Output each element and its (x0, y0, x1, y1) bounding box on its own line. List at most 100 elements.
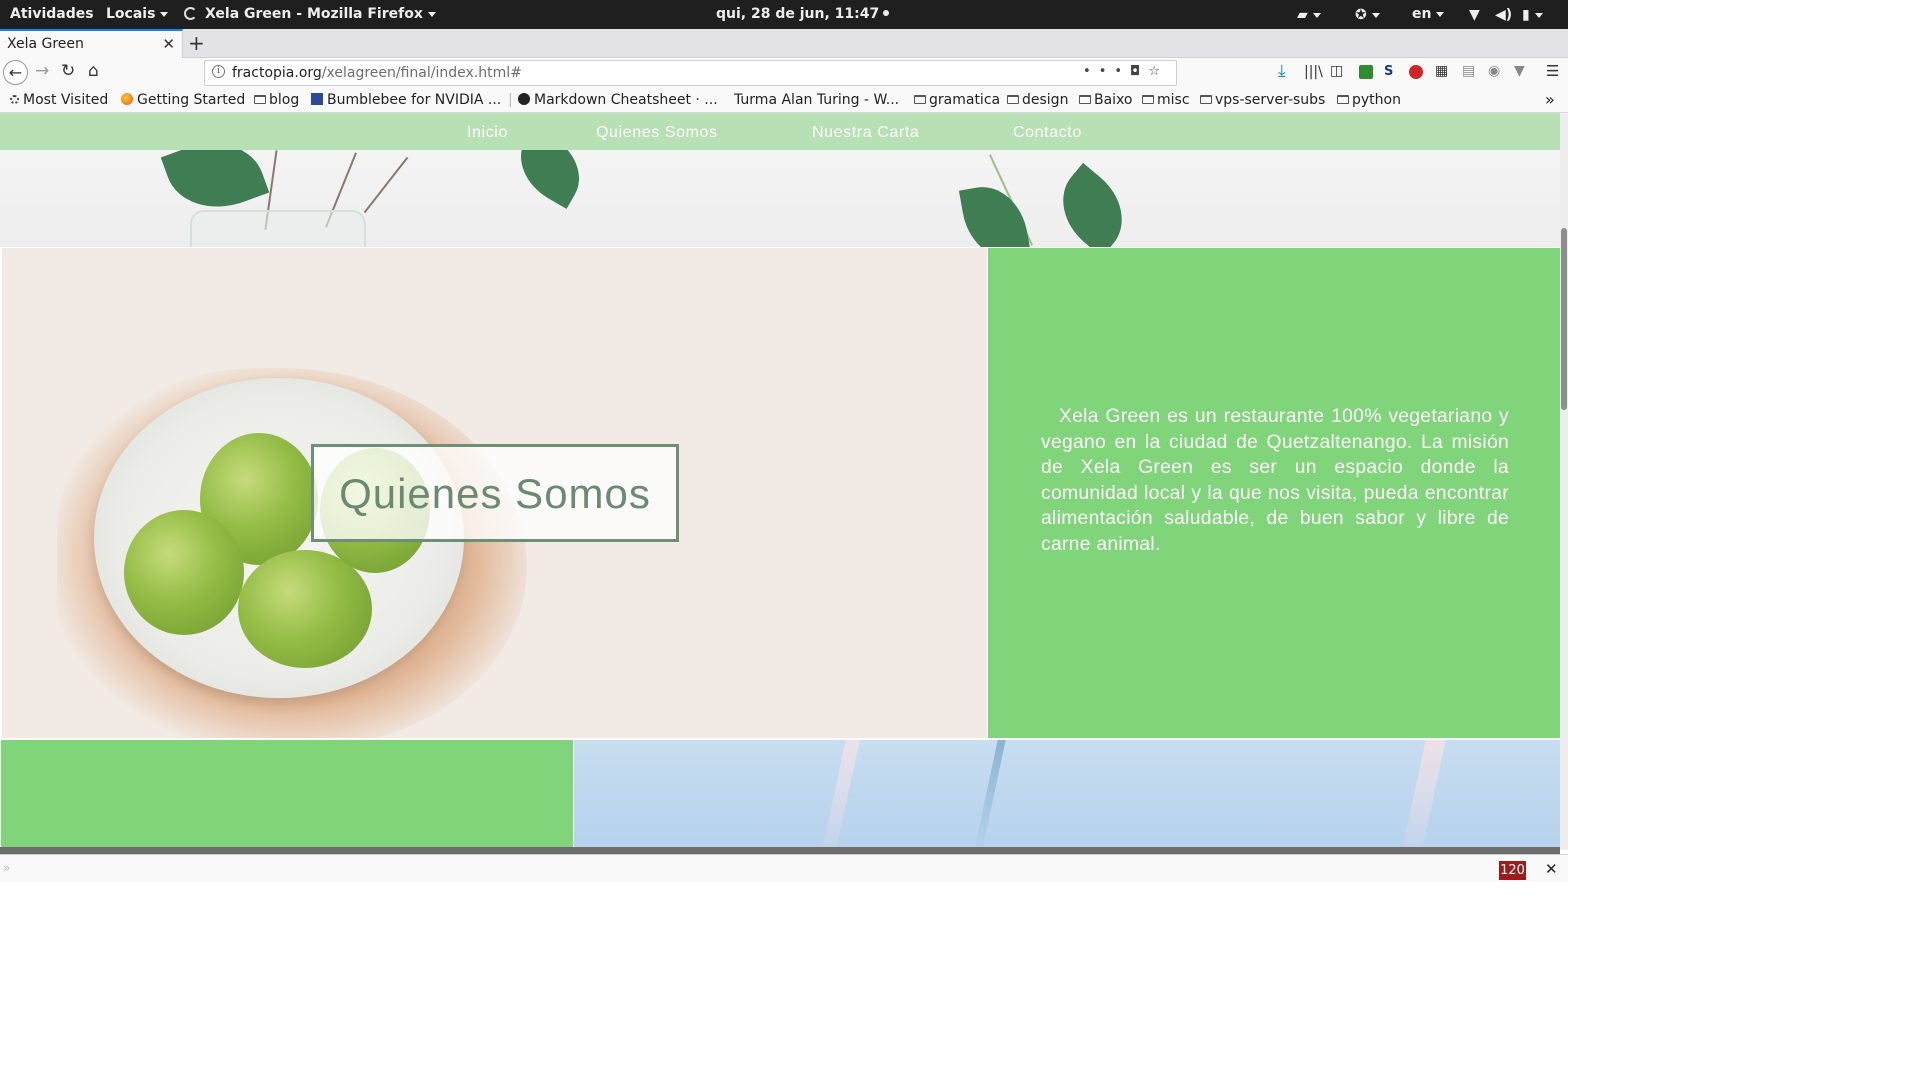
tab-title: Xela Green (7, 36, 84, 52)
bookmark-folder-misc[interactable]: misc (1142, 92, 1190, 108)
library-icon[interactable]: |||\ (1304, 64, 1323, 80)
light-beam-image (822, 740, 860, 850)
counter-badge: 120 (1499, 861, 1526, 880)
bookmark-most-visited[interactable]: Most Visited (10, 92, 108, 108)
activities-button[interactable]: Atividades (10, 6, 94, 22)
leaf-image (958, 180, 1032, 247)
about-description: Xela Green es un restaurante 100% vegeta… (1041, 406, 1509, 555)
bookmark-getting-started[interactable]: Getting Started (121, 92, 245, 108)
nav-link-contacto[interactable]: Contacto (1013, 124, 1082, 142)
chevron-down-icon (160, 11, 169, 17)
folder-icon (254, 95, 266, 104)
volume-icon[interactable]: ◀) (1495, 7, 1512, 23)
menu-icon[interactable]: ☰ (1546, 62, 1559, 80)
extension-grid-icon[interactable]: ▦ (1435, 63, 1448, 79)
docker-icon[interactable]: ▰ (1297, 7, 1321, 23)
folder-icon (1079, 95, 1091, 104)
nav-link-quienes-somos[interactable]: Quienes Somos (596, 124, 718, 142)
clock[interactable]: qui, 28 de jun, 11:47 (716, 6, 890, 22)
sky-image (574, 740, 1560, 850)
url-text[interactable]: fractopia.org/xelagreen/final/index.html… (232, 65, 522, 81)
bookmark-bumblebee[interactable]: Bumblebee for NVIDIA ... (311, 92, 501, 108)
battery-icon[interactable]: ▮ (1522, 7, 1543, 23)
bookmark-folder-design[interactable]: design (1007, 92, 1068, 108)
scrollbar-thumb[interactable] (1561, 228, 1567, 410)
folder-icon (1142, 95, 1154, 104)
bookmark-markdown-cheatsheet[interactable]: Markdown Cheatsheet · ... (518, 92, 718, 108)
horizontal-scrollbar[interactable] (0, 847, 1560, 854)
places-menu[interactable]: Locais (106, 6, 169, 22)
reader-icon[interactable]: ▤ (1462, 63, 1475, 79)
url-bar[interactable]: i fractopia.org/xelagreen/final/index.ht… (204, 60, 1177, 86)
bookmark-star-icon[interactable]: ☆ (1148, 64, 1168, 79)
back-icon[interactable]: ← (3, 60, 28, 85)
forward-icon[interactable]: → (35, 61, 49, 81)
about-heading-box: Quienes Somos (311, 444, 679, 542)
stem-image (363, 156, 409, 214)
tab-xela-green[interactable]: Xela Green ✕ (0, 29, 183, 58)
home-icon[interactable]: ⌂ (88, 61, 99, 81)
bookmark-folder-python[interactable]: python (1337, 92, 1401, 108)
light-beam-image (1402, 740, 1446, 850)
bookmark-folder-vps-server-subs[interactable]: vps-server-subs (1200, 92, 1325, 108)
lime-image (124, 510, 244, 635)
chevron-down-icon (427, 11, 436, 17)
app-title: Xela Green - Mozilla Firefox (205, 6, 423, 22)
extension-circle-icon[interactable]: ◉ (1488, 63, 1500, 79)
wifi-icon[interactable]: ▼ (1469, 7, 1480, 23)
gear-icon (10, 95, 19, 104)
bookmark-turma-alan-turing[interactable]: Turma Alan Turing - W... (718, 92, 899, 108)
system-top-bar: Atividades Locais Xela Green - Mozilla F… (0, 0, 1568, 29)
bookmark-folder-blog[interactable]: blog (254, 92, 299, 108)
info-icon[interactable]: i (212, 65, 225, 78)
nvidia-icon (311, 93, 323, 105)
places-label: Locais (106, 6, 156, 22)
firefox-icon (121, 93, 133, 105)
bookmark-folder-baixo[interactable]: Baixo (1079, 92, 1133, 108)
navigation-toolbar: ← → ↻ ⌂ i fractopia.org/xelagreen/final/… (0, 58, 1568, 89)
url-domain: fractopia.org (232, 65, 322, 81)
glass-jar-image (190, 210, 366, 247)
new-tab-icon[interactable]: + (188, 31, 205, 55)
nav-link-inicio[interactable]: Inicio (467, 124, 508, 142)
green-panel (1, 740, 573, 850)
extension-s-icon[interactable]: S (1384, 64, 1393, 79)
limes-bowl-image: Quienes Somos (2, 248, 987, 738)
folder-icon (1007, 95, 1019, 104)
site-nav: Inicio Quienes Somos Nuestra Carta Conta… (0, 113, 1560, 150)
bookmarks-toolbar: Most Visited Getting Started blog Bumble… (0, 89, 1568, 113)
chevron-overflow-icon[interactable]: » (1545, 90, 1555, 109)
github-icon (518, 93, 530, 105)
vertical-scrollbar[interactable] (1560, 113, 1568, 850)
bookmark-folder-gramatica[interactable]: gramatica (914, 92, 1000, 108)
folder-icon (914, 95, 926, 104)
url-path: /xelagreen/final/index.html# (321, 65, 522, 81)
leaf-image (1044, 162, 1141, 247)
hero-plant-image (0, 150, 1560, 247)
download-icon[interactable]: ⤓ (1278, 61, 1286, 81)
bookmark-separator: | (508, 92, 513, 108)
language-selector[interactable]: en (1412, 6, 1445, 22)
firefox-icon (184, 7, 197, 20)
reload-icon[interactable]: ↻ (61, 61, 75, 81)
close-tab-icon[interactable]: ✕ (162, 35, 175, 53)
nav-link-nuestra-carta[interactable]: Nuestra Carta (812, 124, 919, 142)
light-beam-image (974, 740, 1006, 850)
language-label: en (1412, 6, 1432, 22)
tab-strip: Xela Green ✕ + (0, 29, 1568, 58)
pocket-icon[interactable]: ◘ (1130, 64, 1148, 79)
command-bar: » 120 ✕ (0, 854, 1568, 882)
extension-icon[interactable] (1359, 65, 1373, 79)
close-icon[interactable]: ✕ (1545, 860, 1558, 878)
more-icon[interactable]: ••• (1083, 64, 1130, 79)
accessibility-icon[interactable]: ✪ (1355, 7, 1380, 23)
web-page: Inicio Quienes Somos Nuestra Carta Conta… (0, 113, 1560, 850)
chevron-down-icon (1436, 11, 1445, 17)
adblock-icon[interactable] (1409, 65, 1423, 79)
sidebar-icon[interactable]: ◫ (1330, 63, 1343, 79)
leaf-image (505, 150, 595, 209)
about-text-panel: Xela Green es un restaurante 100% vegeta… (988, 248, 1560, 738)
extension-v-icon[interactable]: ▼ (1514, 63, 1525, 79)
app-menu[interactable]: Xela Green - Mozilla Firefox (184, 6, 436, 22)
command-prompt-icon[interactable]: » (3, 861, 10, 875)
